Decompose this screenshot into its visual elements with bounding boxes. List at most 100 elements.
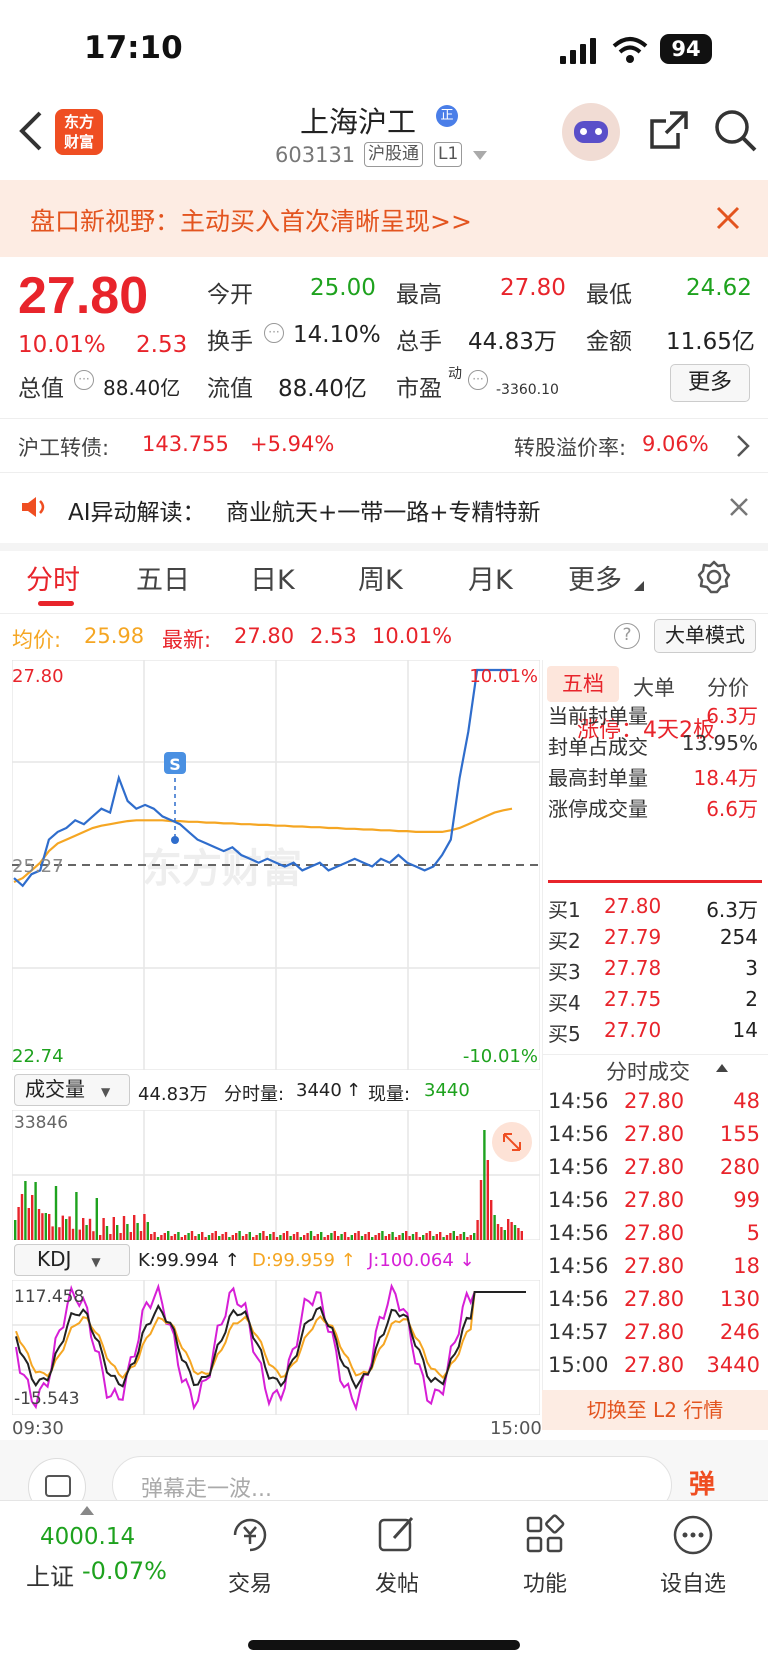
tab-intraday[interactable]: 分时 <box>26 558 80 597</box>
volume-bar <box>48 1214 51 1240</box>
turnover-value: 14.10% <box>293 322 381 348</box>
tab-five-day[interactable]: 五日 <box>136 558 190 597</box>
volume-bar <box>476 1220 479 1240</box>
volume-bar <box>133 1215 136 1240</box>
settings-gear-icon[interactable] <box>696 559 732 595</box>
volume-bar <box>357 1231 360 1240</box>
search-icon[interactable] <box>714 109 758 153</box>
ai-insight-row[interactable]: AI异动解读： 商业航天+一带一路+专精特新 <box>0 473 768 543</box>
volume-bar <box>37 1209 41 1240</box>
kdj-chart[interactable]: 117.458 -15.543 <box>12 1280 540 1415</box>
volume-bar <box>129 1232 132 1240</box>
premium-value: 9.06% <box>642 432 709 456</box>
tick-price: 27.80 <box>624 1155 685 1179</box>
change-percent: 10.01% <box>18 332 106 358</box>
nav-post[interactable]: 发帖 <box>342 1512 452 1598</box>
bid-label: 买3 <box>548 960 581 984</box>
quote-panel: 27.80 10.01% 2.53 今开 25.00 最高 27.80 最低 2… <box>0 257 768 417</box>
close-icon[interactable] <box>730 498 748 516</box>
tab-big-orders[interactable]: 大单 <box>633 672 675 702</box>
tick-time: 14:56 <box>548 1122 609 1146</box>
nav-add-watchlist[interactable]: 设自选 <box>638 1512 748 1598</box>
switch-l2-button[interactable]: 切换至 L2 行情 <box>542 1390 768 1430</box>
signal-icon <box>560 38 596 64</box>
volume-bar <box>139 1231 143 1240</box>
tab-weekly-k[interactable]: 周K <box>358 558 403 597</box>
tick-volume: 130 <box>719 1287 760 1311</box>
volume-chart[interactable]: 33846 <box>12 1110 540 1240</box>
share-icon[interactable] <box>648 109 690 151</box>
ticks-title[interactable]: 分时成交 <box>606 1056 690 1086</box>
volume-bar <box>248 1232 251 1240</box>
volume-bar <box>65 1219 68 1240</box>
nav-functions[interactable]: 功能 <box>490 1512 600 1598</box>
help-icon[interactable]: ? <box>614 623 640 649</box>
banner-text[interactable]: 盘口新视野：主动买入首次清晰呈现>> <box>30 202 472 238</box>
volume-bar <box>44 1213 47 1240</box>
volume-bar <box>116 1225 119 1240</box>
tick-volume: 18 <box>733 1254 760 1278</box>
volume-bar <box>71 1228 75 1240</box>
volume-bar <box>61 1215 64 1240</box>
info-icon[interactable]: ··· <box>468 370 488 390</box>
volume-bar <box>51 1226 54 1240</box>
bid-price: 27.80 <box>604 894 662 918</box>
tick-price: 27.80 <box>624 1122 685 1146</box>
volume-bar <box>82 1218 85 1240</box>
chevron-down-icon[interactable] <box>473 151 487 161</box>
volume-bar <box>425 1233 428 1240</box>
volume-indicator-select[interactable]: 成交量 ▼ <box>14 1074 130 1106</box>
info-icon[interactable]: ··· <box>74 370 94 390</box>
tick-price: 27.80 <box>624 1089 685 1113</box>
volume-bar <box>238 1231 241 1240</box>
volume-bar <box>486 1160 489 1240</box>
tick-volume: 155 <box>719 1122 760 1146</box>
volume-bar <box>163 1233 166 1240</box>
app-logo[interactable]: 东方 财富 <box>55 109 103 155</box>
stat-value: 18.4万 <box>693 766 758 790</box>
volume-bar <box>452 1231 455 1240</box>
index-name[interactable]: 上证 <box>26 1557 74 1592</box>
info-icon[interactable]: ··· <box>264 323 284 343</box>
volume-bar <box>85 1225 88 1240</box>
tab-daily-k[interactable]: 日K <box>250 558 295 597</box>
volume-bar <box>306 1233 309 1240</box>
connect-tag: 沪股通 <box>364 142 423 167</box>
volume-bar <box>31 1195 34 1240</box>
volume-bar <box>78 1229 81 1240</box>
kdj-indicator-select[interactable]: KDJ ▼ <box>14 1244 130 1276</box>
tab-price-dist[interactable]: 分价 <box>707 672 749 702</box>
index-change[interactable]: -0.07% <box>82 1557 167 1585</box>
mktcap-value: 88.40亿 <box>103 376 181 400</box>
bond-row[interactable]: 沪工转债: 143.755 +5.94% 转股溢价率: 9.06% <box>0 418 768 472</box>
kdj-min-label: -15.543 <box>14 1389 80 1409</box>
volume-bar <box>415 1232 418 1240</box>
big-order-mode-button[interactable]: 大单模式 <box>654 619 756 653</box>
avg-value: 25.98 <box>84 624 145 648</box>
chevron-right-icon[interactable] <box>736 434 750 458</box>
index-value[interactable]: 4000.14 <box>40 1524 135 1550</box>
volume-bar <box>177 1232 180 1240</box>
volume-bar <box>211 1233 214 1240</box>
stock-name: 上海沪工 <box>300 105 417 139</box>
bid-price: 27.79 <box>604 925 662 949</box>
y-mid-label: 25.27 <box>12 856 64 877</box>
volume-bar <box>187 1233 190 1240</box>
volume-bar <box>27 1208 30 1240</box>
open-label: 今开 <box>207 282 253 308</box>
level-tag[interactable]: L1 <box>434 142 463 167</box>
tab-five-levels[interactable]: 五档 <box>547 666 619 702</box>
promo-banner[interactable]: 盘口新视野：主动买入首次清晰呈现>> <box>0 180 768 257</box>
stat-value: 13.95% <box>681 731 758 755</box>
tab-more[interactable]: 更多 <box>568 558 622 597</box>
more-button[interactable]: 更多 <box>670 364 750 402</box>
volume-bar <box>354 1233 357 1240</box>
volume-bar <box>473 1233 476 1240</box>
min-vol-label: 分时量: <box>224 1084 285 1105</box>
intraday-price-chart[interactable]: 东方财富 S 27.80 25.27 22.74 10.01% -10.01% <box>12 660 540 1070</box>
assistant-avatar[interactable] <box>562 103 620 161</box>
back-icon[interactable] <box>18 111 44 151</box>
close-icon[interactable] <box>716 206 740 230</box>
tab-monthly-k[interactable]: 月K <box>468 558 513 597</box>
nav-trade[interactable]: 交易 <box>195 1512 305 1598</box>
